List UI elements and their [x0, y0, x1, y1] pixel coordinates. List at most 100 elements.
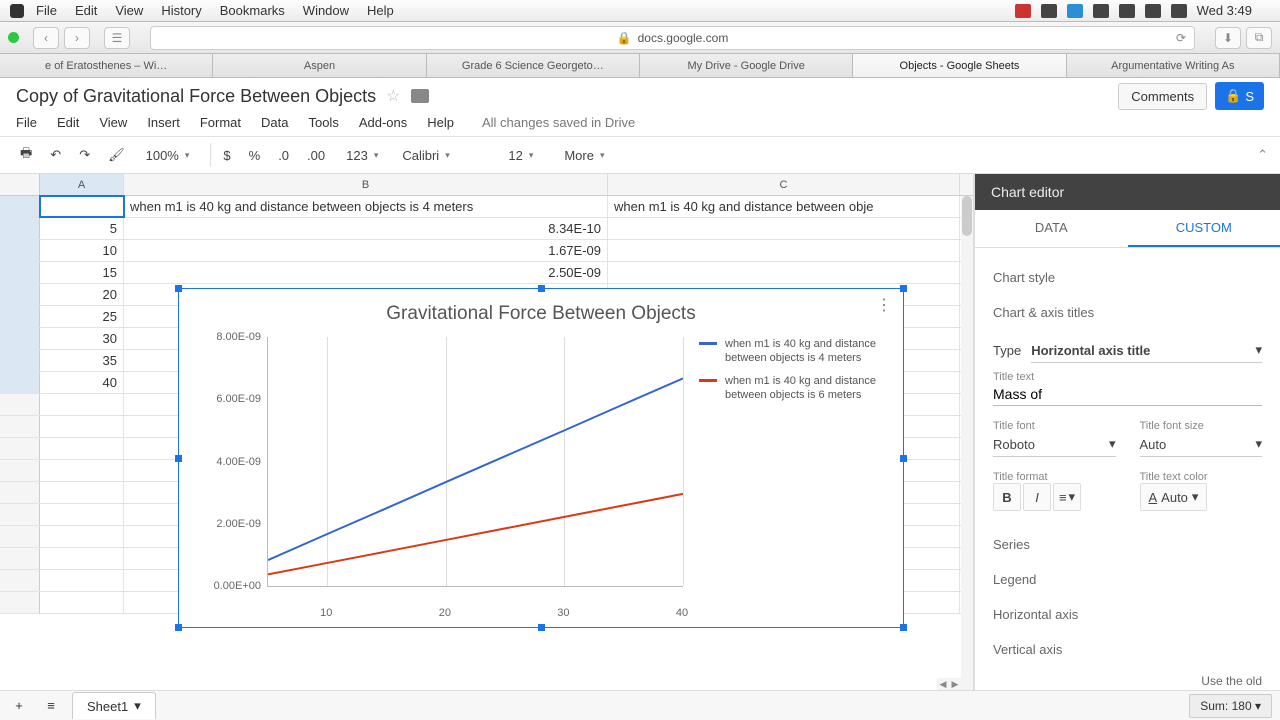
vertical-scrollbar[interactable] [961, 196, 973, 690]
mac-menu-item[interactable]: Bookmarks [220, 3, 285, 18]
embedded-chart[interactable]: ⋮ Gravitational Force Between Objects 0.… [178, 288, 904, 628]
apple-icon[interactable] [10, 4, 24, 18]
spreadsheet-grid[interactable]: A B C when m1 is 40 kg and distance betw… [0, 174, 974, 690]
browser-tab[interactable]: My Drive - Google Drive [640, 54, 853, 77]
cell[interactable]: when m1 is 40 kg and distance between ob… [124, 196, 608, 217]
col-header-b[interactable]: B [124, 174, 608, 195]
cell[interactable] [608, 218, 960, 239]
star-icon[interactable]: ☆ [386, 86, 400, 106]
resize-handle[interactable] [900, 285, 907, 292]
title-color-select[interactable]: AAuto▾ [1140, 483, 1208, 511]
sum-indicator[interactable]: Sum: 180 ▾ [1189, 694, 1272, 718]
battery-icon[interactable] [1171, 4, 1187, 18]
section-series[interactable]: Series [993, 527, 1262, 562]
resize-handle[interactable] [538, 624, 545, 631]
wifi-icon[interactable] [1119, 4, 1135, 18]
mac-menu-item[interactable]: Help [367, 3, 394, 18]
cell[interactable]: 25 [40, 306, 124, 327]
resize-handle[interactable] [538, 285, 545, 292]
back-button[interactable]: ‹ [33, 27, 59, 49]
chart-menu-icon[interactable]: ⋮ [876, 295, 893, 315]
forward-button[interactable]: › [64, 27, 90, 49]
reload-icon[interactable]: ⟳ [1176, 31, 1186, 45]
title-type-select[interactable]: Horizontal axis title▾ [1031, 338, 1262, 363]
more-button[interactable]: More▾ [555, 144, 613, 167]
number-format-select[interactable]: 123▾ [337, 144, 387, 167]
status-icon[interactable] [1015, 4, 1031, 18]
mac-menu-item[interactable]: File [36, 3, 57, 18]
redo-button[interactable]: ↷ [73, 143, 96, 167]
scroll-left-icon[interactable]: ◀ [937, 678, 949, 690]
section-horizontal-axis[interactable]: Horizontal axis [993, 597, 1262, 632]
mac-menu-item[interactable]: History [161, 3, 201, 18]
print-button[interactable]: 🖶 [14, 143, 38, 167]
menu-file[interactable]: File [16, 115, 37, 130]
cell[interactable]: 5 [40, 218, 124, 239]
cell[interactable]: 10 [40, 240, 124, 261]
increase-decimal-button[interactable]: .00 [301, 143, 331, 167]
sidebar-button[interactable]: ☰ [104, 27, 130, 49]
cell[interactable]: 1.67E-09 [124, 240, 608, 261]
title-size-select[interactable]: Auto▾ [1140, 432, 1263, 457]
resize-handle[interactable] [175, 285, 182, 292]
section-legend[interactable]: Legend [993, 562, 1262, 597]
downloads-button[interactable]: ⬇ [1215, 27, 1241, 49]
cell[interactable]: 35 [40, 350, 124, 371]
cell[interactable]: 20 [40, 284, 124, 305]
browser-tab[interactable]: Objects - Google Sheets [853, 54, 1066, 77]
cell[interactable] [40, 196, 124, 217]
resize-handle[interactable] [175, 624, 182, 631]
cell[interactable]: 40 [40, 372, 124, 393]
scroll-right-icon[interactable]: ▶ [949, 678, 961, 690]
menu-insert[interactable]: Insert [147, 115, 180, 130]
resize-handle[interactable] [175, 455, 182, 462]
cell[interactable]: 15 [40, 262, 124, 283]
browser-tab[interactable]: Grade 6 Science Georgeto… [427, 54, 640, 77]
folder-icon[interactable] [411, 89, 429, 103]
mac-menu-item[interactable]: View [115, 3, 143, 18]
address-bar[interactable]: 🔒 docs.google.com ⟳ [150, 26, 1195, 50]
decrease-decimal-button[interactable]: .0 [272, 143, 295, 167]
old-editor-link[interactable]: Use the old [1201, 674, 1262, 688]
cell[interactable] [608, 240, 960, 261]
paint-format-button[interactable]: 🖌 [102, 143, 131, 167]
menu-addons[interactable]: Add-ons [359, 115, 407, 130]
currency-button[interactable]: $ [210, 143, 236, 167]
browser-tab[interactable]: Argumentative Writing As [1067, 54, 1280, 77]
all-sheets-button[interactable]: ≡ [40, 694, 62, 718]
browser-tab[interactable]: Aspen [213, 54, 426, 77]
mac-menu-item[interactable]: Window [303, 3, 349, 18]
browser-tab[interactable]: e of Eratosthenes – Wi… [0, 54, 213, 77]
col-header-a[interactable]: A [40, 174, 124, 195]
cell[interactable] [608, 262, 960, 283]
menu-data[interactable]: Data [261, 115, 288, 130]
status-icon[interactable] [1067, 4, 1083, 18]
comments-button[interactable]: Comments [1118, 83, 1207, 110]
cell[interactable]: when m1 is 40 kg and distance between ob… [608, 196, 960, 217]
section-axis-titles[interactable]: Chart & axis titles [993, 295, 1262, 330]
cell[interactable]: 30 [40, 328, 124, 349]
align-button[interactable]: ≡▾ [1053, 483, 1081, 511]
menu-help[interactable]: Help [427, 115, 454, 130]
zoom-select[interactable]: 100%▾ [137, 144, 199, 167]
cell[interactable]: 2.50E-09 [124, 262, 608, 283]
bold-button[interactable]: B [993, 483, 1021, 511]
keyboard-icon[interactable] [1145, 4, 1161, 18]
col-header-c[interactable]: C [608, 174, 960, 195]
menu-view[interactable]: View [99, 115, 127, 130]
tabs-button[interactable]: ⧉ [1246, 27, 1272, 49]
share-button[interactable]: 🔒S [1215, 82, 1264, 110]
undo-button[interactable]: ↶ [44, 143, 67, 167]
add-sheet-button[interactable]: + [8, 694, 30, 718]
cell[interactable]: 8.34E-10 [124, 218, 608, 239]
font-size-select[interactable]: 12▾ [499, 144, 549, 167]
menu-tools[interactable]: Tools [308, 115, 338, 130]
resize-handle[interactable] [900, 624, 907, 631]
display-icon[interactable] [1093, 4, 1109, 18]
font-select[interactable]: Calibri▾ [393, 144, 493, 167]
tab-data[interactable]: DATA [975, 210, 1128, 247]
maximize-button[interactable] [8, 32, 19, 43]
section-chart-style[interactable]: Chart style [993, 260, 1262, 295]
doc-title[interactable]: Copy of Gravitational Force Between Obje… [16, 86, 376, 107]
clock[interactable]: Wed 3:49 [1197, 3, 1252, 18]
